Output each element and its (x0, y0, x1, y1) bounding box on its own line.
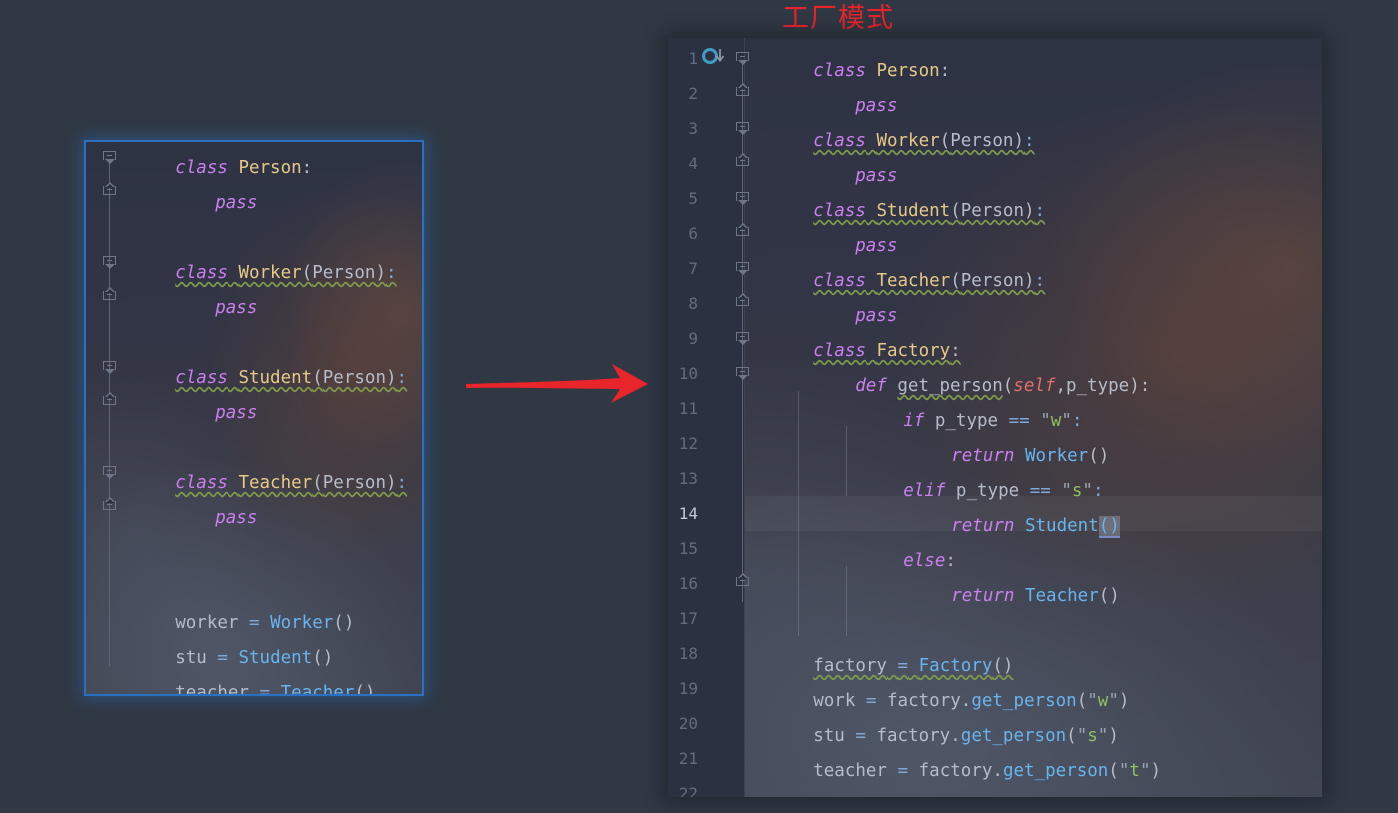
fold-end-student[interactable] (736, 223, 752, 241)
code-line-16: return Teacher() (951, 586, 1120, 606)
right-code-rows: class Person: pass class Worker(Person):… (668, 38, 1322, 797)
fold-end-teacher[interactable] (103, 497, 119, 515)
fold-toggle-get-person[interactable] (736, 367, 752, 381)
left-line-11: pass (215, 508, 258, 528)
before-code-panel[interactable]: class Person: pass class Worker(Person):… (84, 140, 424, 696)
page-title: 工厂模式 (782, 3, 894, 34)
fold-end-student[interactable] (103, 392, 119, 410)
red-arrow (466, 364, 648, 403)
left-line-8: pass (215, 403, 258, 423)
left-line-5: pass (215, 298, 258, 318)
code-line-21: teacher = factory.get_person("t") (813, 761, 1162, 781)
indent-guide (798, 391, 799, 636)
left-line-2: pass (215, 193, 258, 213)
left-line-16: teacher = Teacher() (175, 683, 376, 696)
fold-end-worker[interactable] (736, 153, 752, 171)
text-selection[interactable]: () (1098, 516, 1120, 538)
after-code-panel[interactable]: 1 2 3 4 5 6 7 8 9 10 11 12 13 14 15 16 1… (668, 38, 1322, 797)
fold-end-person[interactable] (736, 83, 752, 101)
left-code-rows: class Person: pass class Worker(Person):… (86, 142, 422, 694)
fold-end-factory[interactable] (736, 573, 752, 591)
fold-end-person[interactable] (103, 182, 119, 200)
fold-end-worker[interactable] (103, 287, 119, 305)
fold-end-teacher[interactable] (736, 293, 752, 311)
